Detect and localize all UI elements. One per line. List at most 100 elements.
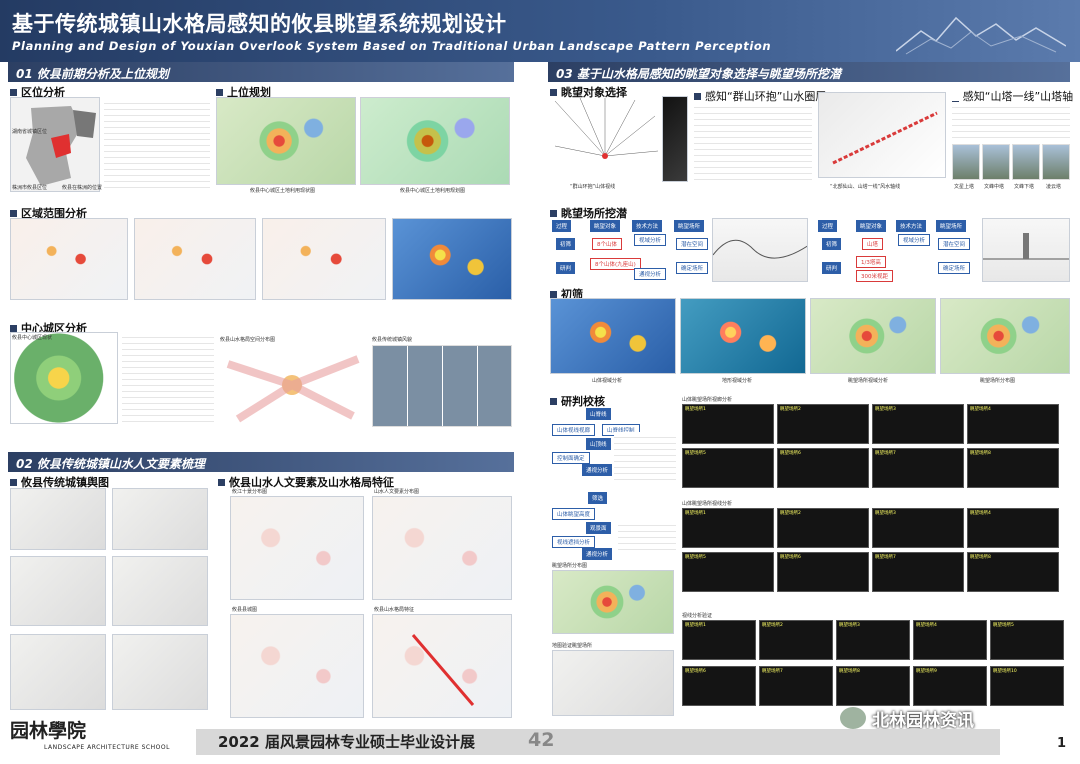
grid-cell: 眺望场所3: [872, 404, 964, 444]
grid-cell-label: 眺望场所1: [685, 623, 706, 628]
grid-cell: 眺望场所4: [967, 508, 1059, 548]
grid-cell-label: 眺望场所4: [970, 511, 991, 516]
grid-cell: 眺望场所3: [872, 508, 964, 548]
caption-vf4: 眺望场所分布图: [552, 563, 588, 569]
verify-map-2: [552, 650, 674, 716]
poster-header: 基于传统城镇山水格局感知的攸县眺望系统规划设计 Planning and Des…: [0, 0, 1080, 62]
verify-text-1: [614, 432, 676, 482]
grid-cell-label: 眺望场所7: [875, 451, 896, 456]
region-map-1: [10, 218, 128, 300]
region-map-3: [262, 218, 386, 300]
verify-step-5: 观景面: [586, 522, 611, 534]
caption-ot2: “北部仙山、山塔一线”风水轴线: [830, 184, 901, 190]
caption-ot1: “群山环抱”山体视线: [570, 184, 616, 190]
flow-a-h2: 眺望对象: [590, 220, 621, 232]
wechat-icon: [840, 707, 866, 729]
grid-cell: 眺望场所7: [872, 552, 964, 592]
mountain-decoration-icon: [896, 16, 1066, 55]
prelim-map-2: [680, 298, 806, 374]
caption-loc2: 株洲市攸县区位: [12, 185, 48, 191]
grid-cell: 眺望场所5: [682, 448, 774, 488]
old-town-photo-grid: [372, 345, 512, 427]
subsection-place-mining: 眺望场所挖潜: [550, 205, 627, 221]
landscape-map-3: [230, 614, 364, 718]
flow-b-n1: 山塔: [862, 238, 884, 250]
caption-cc1: 攸县中心城区现状: [12, 335, 53, 341]
flow-b-n2: 视域分析: [898, 234, 931, 246]
old-map-3: [10, 556, 106, 626]
verify-step-6: 通视分析: [582, 548, 613, 560]
radial-sight-diagram: [554, 97, 659, 159]
caption-pr3: 眺望场所视域分析: [848, 378, 889, 384]
watermark-text: 北林园林资讯: [872, 710, 974, 731]
caption-lf3: 攸县县城图: [232, 607, 258, 613]
grid-cell: 眺望场所6: [777, 448, 869, 488]
grid-row-6: 眺望场所6 眺望场所7 眺望场所8 眺望场所9 眺望场所10: [682, 666, 1064, 706]
grid-cell: 眺望场所6: [682, 666, 756, 706]
flow-a-h1: 过程: [552, 220, 572, 232]
flow-b-r1: 初筛: [822, 238, 842, 250]
grid-cell-label: 眺望场所5: [993, 623, 1014, 628]
pagoda-photo-4: [1042, 144, 1070, 180]
caption-up1: 攸县中心城区土地利用现状图: [250, 188, 316, 194]
section-03-header: 03 基于山水格局感知的眺望对象选择与眺望场所挖潜: [548, 62, 1070, 82]
grid-cell: 眺望场所10: [990, 666, 1064, 706]
caption-vf1: 山体眺望场所视廊分析: [682, 397, 733, 403]
flow-a-r1: 初筛: [556, 238, 576, 250]
flow-b-h4: 眺望场所: [936, 220, 967, 232]
caption-ot4: 文峰中塔: [984, 184, 1005, 190]
old-map-2: [112, 488, 208, 550]
grid-cell-label: 眺望场所10: [993, 669, 1017, 674]
grid-cell: 眺望场所6: [777, 552, 869, 592]
grid-cell-label: 眺望场所3: [875, 511, 896, 516]
grid-cell-label: 眺望场所7: [762, 669, 783, 674]
grid-cell-label: 眺望场所3: [839, 623, 860, 628]
poster-title: 基于传统城镇山水格局感知的攸县眺望系统规划设计: [12, 12, 507, 36]
verify-text-2: [618, 520, 676, 550]
verify-tag-4: 山体眺望高度: [552, 508, 596, 520]
verify-tag-1: 山体视线视廊: [552, 424, 596, 436]
verify-step-4: 筛选: [588, 492, 608, 504]
grid-cell: 眺望场所5: [990, 620, 1064, 660]
prelim-map-3: [810, 298, 936, 374]
grid-cell-label: 眺望场所5: [685, 555, 706, 560]
dem-strip: [662, 96, 688, 182]
verify-map-1: [552, 570, 674, 634]
location-text: [104, 98, 210, 190]
footer-number: 42: [528, 729, 555, 751]
grid-cell: 眺望场所1: [682, 508, 774, 548]
flow-b-h3: 技术方法: [896, 220, 927, 232]
landscape-map-4: [372, 614, 512, 718]
grid-cell: 眺望场所2: [777, 508, 869, 548]
grid-cell: 眺望场所8: [967, 552, 1059, 592]
caption-vf2: 山体眺望场所视线分析: [682, 501, 733, 507]
old-map-4: [112, 556, 208, 626]
grid-cell: 眺望场所4: [967, 404, 1059, 444]
section-01-header: 01 攸县前期分析及上位规划: [8, 62, 514, 82]
grid-cell: 眺望场所9: [913, 666, 987, 706]
grid-cell-label: 眺望场所2: [780, 511, 801, 516]
flow-b-n3: 潜在空间: [938, 238, 971, 250]
grid-row-4: 眺望场所5 眺望场所6 眺望场所7 眺望场所8: [682, 552, 1059, 592]
grid-cell: 眺望场所5: [682, 552, 774, 592]
pagoda-photo-3: [1012, 144, 1040, 180]
axis-map: [818, 92, 946, 178]
grid-cell-label: 眺望场所2: [780, 407, 801, 412]
flow-a-n2: 视域分析: [634, 234, 667, 246]
flow-a-n3: 潜在空间: [676, 238, 709, 250]
verify-tag-3: 控制面确定: [552, 452, 590, 464]
grid-cell-label: 眺望场所7: [875, 555, 896, 560]
center-city-text: [122, 332, 214, 424]
grid-cell-label: 眺望场所5: [685, 451, 706, 456]
flow-b-h2: 眺望对象: [856, 220, 887, 232]
grid-cell-label: 眺望场所4: [916, 623, 937, 628]
caption-ot3: 文星上塔: [954, 184, 975, 190]
grid-cell-label: 眺望场所6: [685, 669, 706, 674]
caption-pr2: 地形视域分析: [722, 378, 753, 384]
grid-cell-label: 眺望场所1: [685, 407, 706, 412]
flow-a-n1: 8个山体: [592, 238, 622, 250]
caption-vf6: 地图验证眺望场所: [552, 643, 593, 649]
flow-a-n6: 确定场所: [676, 262, 709, 274]
old-map-1: [10, 488, 106, 550]
region-map-2: [134, 218, 256, 300]
